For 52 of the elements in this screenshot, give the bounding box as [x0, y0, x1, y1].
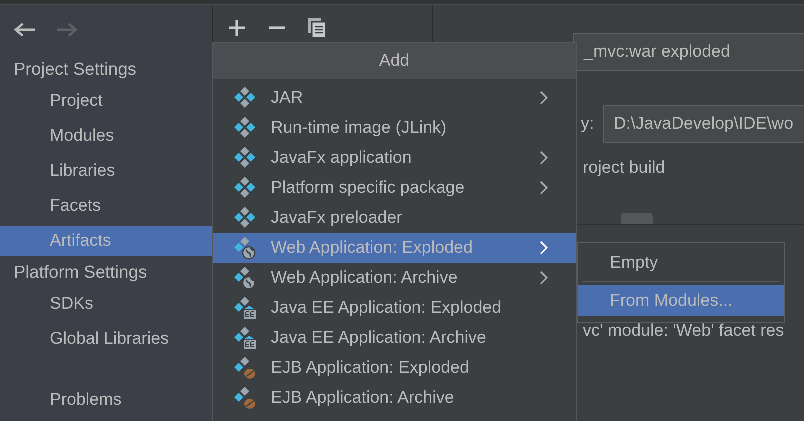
menu-item[interactable]: JAR: [213, 83, 576, 113]
sidebar-item[interactable]: SDKs: [0, 286, 212, 321]
menu-item-label: Run-time image (JLink): [271, 118, 448, 138]
menu-item-label: JAR: [271, 88, 304, 108]
sidebar-item[interactable]: Project: [0, 83, 212, 118]
menu-item[interactable]: Java EE Application: Archive: [213, 323, 576, 353]
output-path-field[interactable]: D:\JavaDevelop\IDE\wo: [603, 105, 804, 143]
artifact-icon: [233, 206, 257, 230]
build-option-label: roject build: [582, 157, 666, 179]
bean-artifact-icon: [233, 356, 257, 380]
menu-item-label: Web Application: Exploded: [271, 238, 474, 258]
menu-item-label: EJB Application: Archive: [271, 388, 456, 408]
menu-item[interactable]: Java EE Application: Exploded: [213, 293, 576, 323]
artifact-icon: [233, 146, 257, 170]
sidebar-item[interactable]: Modules: [0, 118, 212, 153]
copy-icon[interactable]: [308, 18, 326, 38]
artifact-icon: [233, 176, 257, 200]
menu-title: Add: [213, 43, 576, 79]
ee-artifact-icon: [233, 326, 257, 350]
menu-item[interactable]: EJB Application: Archive: [213, 383, 576, 413]
facet-message: vc' module: 'Web' facet res: [582, 321, 786, 341]
menu-item-label: Web Application: Archive: [271, 268, 459, 288]
menu-item-label: Platform specific package: [271, 178, 466, 198]
menu-item[interactable]: JavaFx application: [213, 143, 576, 173]
menu-item-label: Java EE Application: Archive: [271, 328, 488, 348]
section-header: Project Settings: [13, 58, 138, 81]
sidebar-item[interactable]: Facets: [0, 188, 212, 223]
menu-item[interactable]: EJB Application: Exploded: [213, 353, 576, 383]
menu-item-label: JavaFx preloader: [271, 208, 404, 228]
add-icon[interactable]: [228, 19, 246, 37]
sidebar-item[interactable]: Problems: [0, 382, 212, 417]
menu-item[interactable]: JavaFx preloader: [213, 203, 576, 233]
menu-item[interactable]: Platform specific package: [213, 173, 576, 203]
menu-item-label: JavaFx application: [271, 148, 413, 168]
menu-item[interactable]: Web Application: Archive: [213, 263, 576, 293]
artifact-icon: [233, 116, 257, 140]
back-arrow-icon[interactable]: [14, 23, 36, 37]
menu-item-label: EJB Application: Exploded: [271, 358, 470, 378]
output-directory-label: y:: [580, 114, 595, 134]
globe-artifact-icon: [233, 236, 257, 260]
remove-icon[interactable]: [268, 26, 286, 30]
menu-item[interactable]: Empty: [578, 247, 784, 278]
bean-artifact-icon: [233, 386, 257, 410]
ee-artifact-icon: [233, 296, 257, 320]
sidebar-item[interactable]: Global Libraries: [0, 321, 212, 356]
artifact-icon: [233, 86, 257, 110]
name-field[interactable]: _mvc:war exploded: [573, 33, 804, 71]
menu-item[interactable]: Run-time image (JLink): [213, 113, 576, 143]
sidebar-item[interactable]: Libraries: [0, 153, 212, 188]
menu-item-label: Java EE Application: Exploded: [271, 298, 503, 318]
section-header: Platform Settings: [13, 261, 148, 284]
globe-artifact-icon: [233, 266, 257, 290]
